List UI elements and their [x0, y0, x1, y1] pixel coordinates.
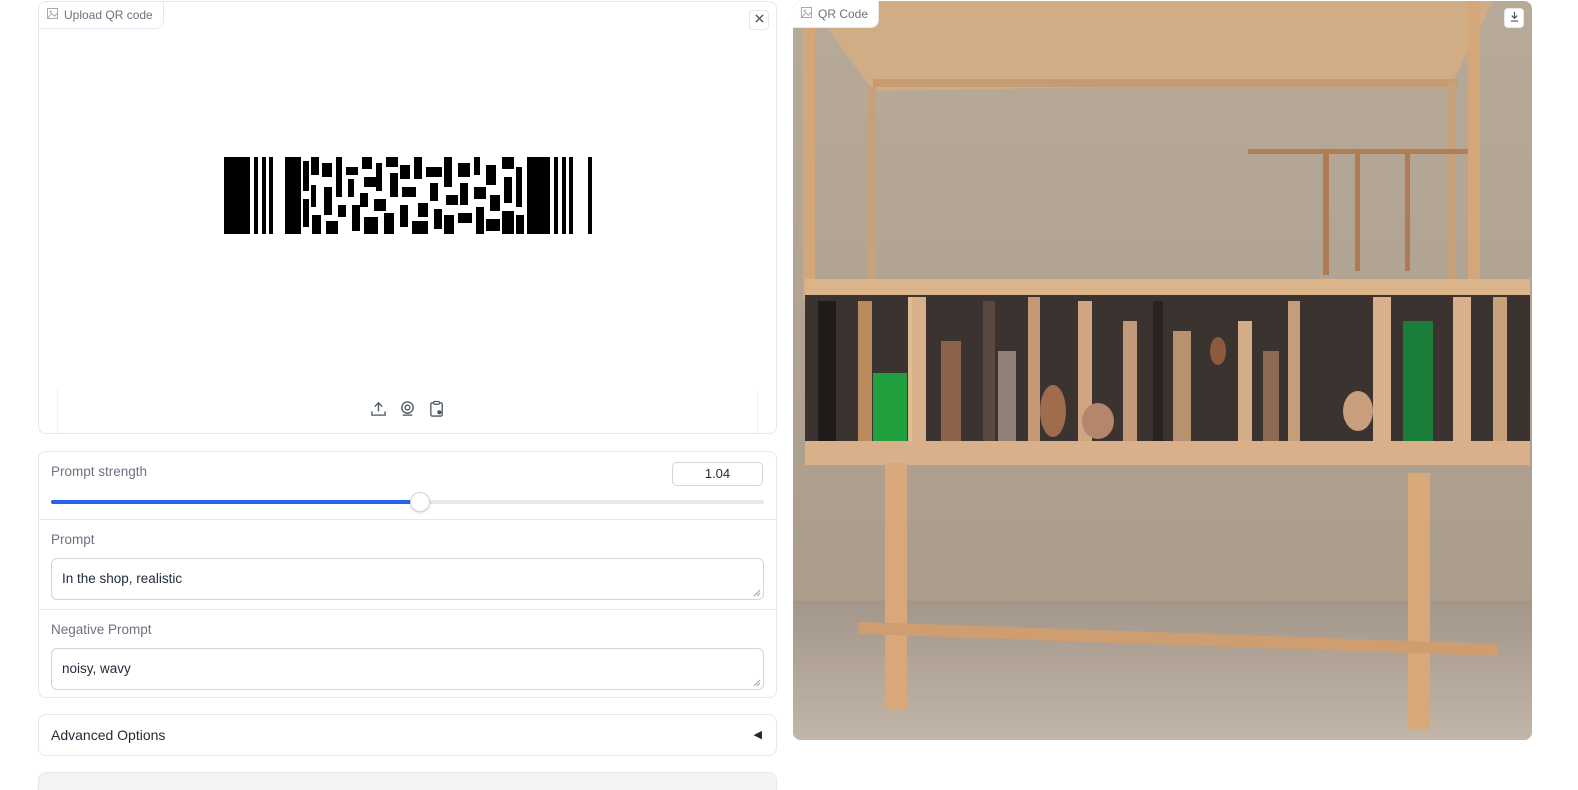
download-icon — [1509, 9, 1520, 27]
negative-prompt-label: Negative Prompt — [51, 622, 152, 637]
advanced-options-label: Advanced Options — [51, 727, 166, 743]
resize-grip-icon[interactable] — [753, 589, 761, 597]
uploaded-barcode-image — [224, 157, 592, 234]
qr-code-output-panel: QR Code — [793, 1, 1532, 740]
prompt-strength-label: Prompt strength — [51, 464, 148, 479]
output-label-text: QR Code — [818, 7, 869, 21]
advanced-options-accordion[interactable]: Advanced Options ◀ — [38, 714, 777, 756]
slider-thumb[interactable] — [409, 492, 430, 512]
clipboard-source-button[interactable] — [427, 400, 446, 422]
output-label: QR Code — [793, 1, 880, 28]
negative-prompt-block: Negative Prompt noisy, wavy — [39, 609, 776, 697]
negative-prompt-value: noisy, wavy — [62, 661, 131, 676]
prompt-block: Prompt In the shop, realistic — [39, 519, 776, 609]
clipboard-icon — [428, 400, 445, 422]
prompt-strength-block: Prompt strength 1.04 — [39, 452, 776, 519]
prompt-label: Prompt — [51, 532, 95, 547]
collapse-arrow-icon: ◀ — [753, 729, 762, 741]
close-icon — [754, 11, 765, 29]
resize-grip-icon[interactable] — [753, 679, 761, 687]
webcam-source-button[interactable] — [398, 400, 417, 422]
upload-label: Upload QR code — [39, 2, 164, 29]
clear-button[interactable] — [749, 10, 769, 30]
negative-prompt-textarea[interactable]: noisy, wavy — [51, 648, 764, 690]
prompt-value: In the shop, realistic — [62, 571, 183, 586]
image-icon — [47, 8, 58, 22]
generate-button[interactable] — [38, 772, 777, 790]
upload-source-button[interactable] — [369, 400, 388, 422]
image-source-bar — [57, 389, 758, 433]
webcam-icon — [399, 400, 416, 422]
controls-group: Prompt strength 1.04 Prompt In the shop,… — [38, 451, 777, 698]
generated-image — [793, 1, 1532, 740]
slider-fill — [51, 500, 420, 504]
prompt-strength-slider[interactable] — [51, 492, 764, 512]
upload-label-text: Upload QR code — [64, 8, 153, 22]
qr-upload-panel[interactable]: Upload QR code — [38, 1, 777, 434]
prompt-textarea[interactable]: In the shop, realistic — [51, 558, 764, 600]
upload-icon — [370, 400, 387, 422]
download-button[interactable] — [1504, 8, 1524, 28]
image-icon — [801, 7, 812, 21]
prompt-strength-number-input[interactable]: 1.04 — [672, 462, 763, 486]
